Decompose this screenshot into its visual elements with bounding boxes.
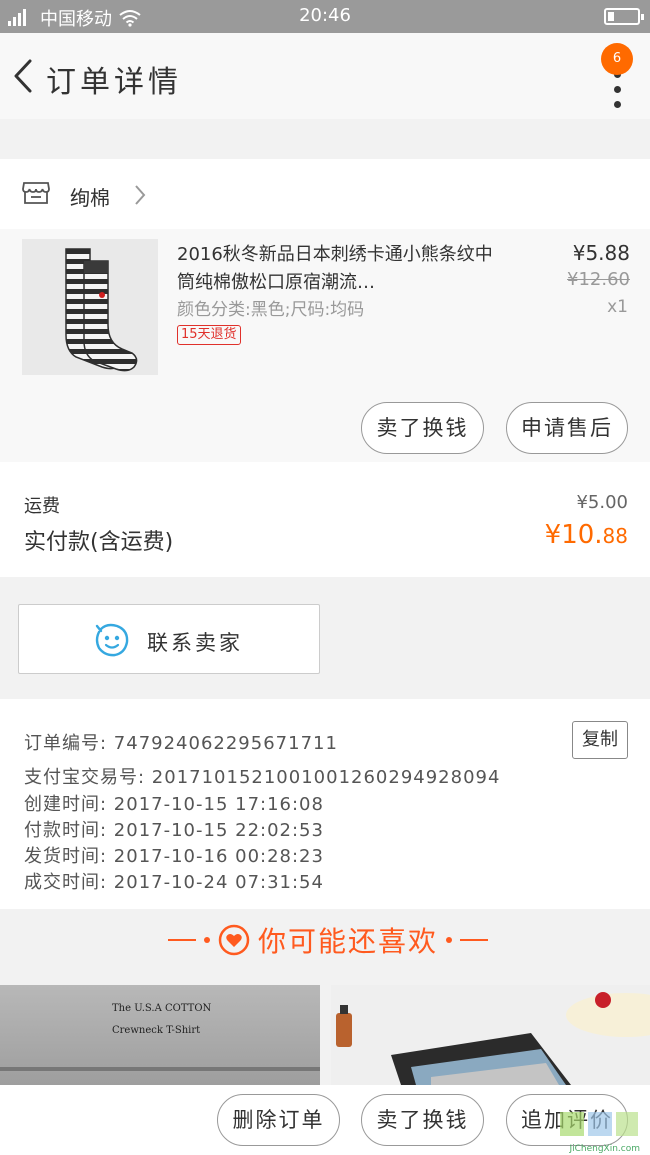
back-arrow-icon[interactable] [10,57,38,95]
alipay-trade-number: 支付宝交易号: 2017101521001001260294928094 [24,767,501,788]
paid-int: 10. [561,520,603,550]
recommend-header: 你可能还喜欢 [0,910,650,975]
copy-button[interactable]: 复制 [572,721,628,759]
order-item: 2016秋冬新品日本刺绣卡通小熊条纹中筒纯棉傲松口原宿潮流… 颜色分类:黑色;尺… [0,229,650,462]
product-image[interactable] [22,239,158,375]
sell-button-bottom[interactable]: 卖了换钱 [361,1094,484,1146]
paid-label: 实付款(含运费) [24,530,174,555]
nav-bar: 订单详情 6 [0,33,650,119]
contact-seller-button[interactable]: 联系卖家 [18,604,320,674]
product-title[interactable]: 2016秋冬新品日本刺绣卡通小熊条纹中筒纯棉傲松口原宿潮流… [177,241,497,297]
order-info: 订单编号: 747924062295671711 复制 支付宝交易号: 2017… [0,699,650,909]
product-quantity: x1 [607,297,628,317]
chat-smile-icon [95,623,129,657]
paid-value: ¥10.88 [545,520,628,550]
product-sku: 颜色分类:黑色;尺码:均码 [177,300,365,320]
notification-badge: 6 [601,43,633,75]
recommend-item-image[interactable]: The U.S.A COTTON Crewneck T-Shirt [0,985,320,1085]
paid-dec: 88 [602,524,628,548]
store-icon [22,182,50,204]
more-menu-icon[interactable] [612,71,622,115]
fee-summary: 运费 ¥5.00 实付款(含运费) ¥10.88 [0,462,650,577]
watermark-url: JiChengXin.com [569,1144,640,1154]
return-policy-tag: 15天退货 [177,325,241,345]
shop-row[interactable]: 绚棉 [0,159,650,229]
paid-symbol: ¥ [544,520,562,550]
heart-icon [218,924,250,956]
recommend-item-image[interactable] [331,985,650,1085]
contact-seller-label: 联系卖家 [147,631,243,655]
status-time: 20:46 [299,5,351,26]
watermark-logo: JiChengXin.com [532,1106,642,1154]
sell-button[interactable]: 卖了换钱 [361,402,484,454]
product-price: ¥5.88 [572,241,630,265]
shipping-label: 运费 [24,496,60,517]
contact-section: 联系卖家 [0,587,650,675]
page-title: 订单详情 [46,65,182,100]
shipped-time: 发货时间: 2017-10-16 00:28:23 [24,846,324,867]
recommend-title: 你可能还喜欢 [258,925,439,958]
recommend-item-text: Crewneck T-Shirt [112,1025,201,1036]
shipping-value: ¥5.00 [576,492,628,513]
created-time: 创建时间: 2017-10-15 17:16:08 [24,794,324,815]
status-bar: 中国移动 20:46 [0,0,650,33]
recommend-item-text: The U.S.A COTTON [112,1003,212,1014]
product-original-price: ¥12.60 [567,269,630,290]
chevron-right-icon [135,185,146,205]
order-number: 订单编号: 747924062295671711 [24,733,338,754]
shop-name: 绚棉 [70,186,110,210]
after-sale-button[interactable]: 申请售后 [506,402,628,454]
battery-icon [604,8,644,25]
paid-time: 付款时间: 2017-10-15 22:02:53 [24,820,324,841]
delete-order-button[interactable]: 删除订单 [217,1094,340,1146]
completed-time: 成交时间: 2017-10-24 07:31:54 [24,872,324,893]
